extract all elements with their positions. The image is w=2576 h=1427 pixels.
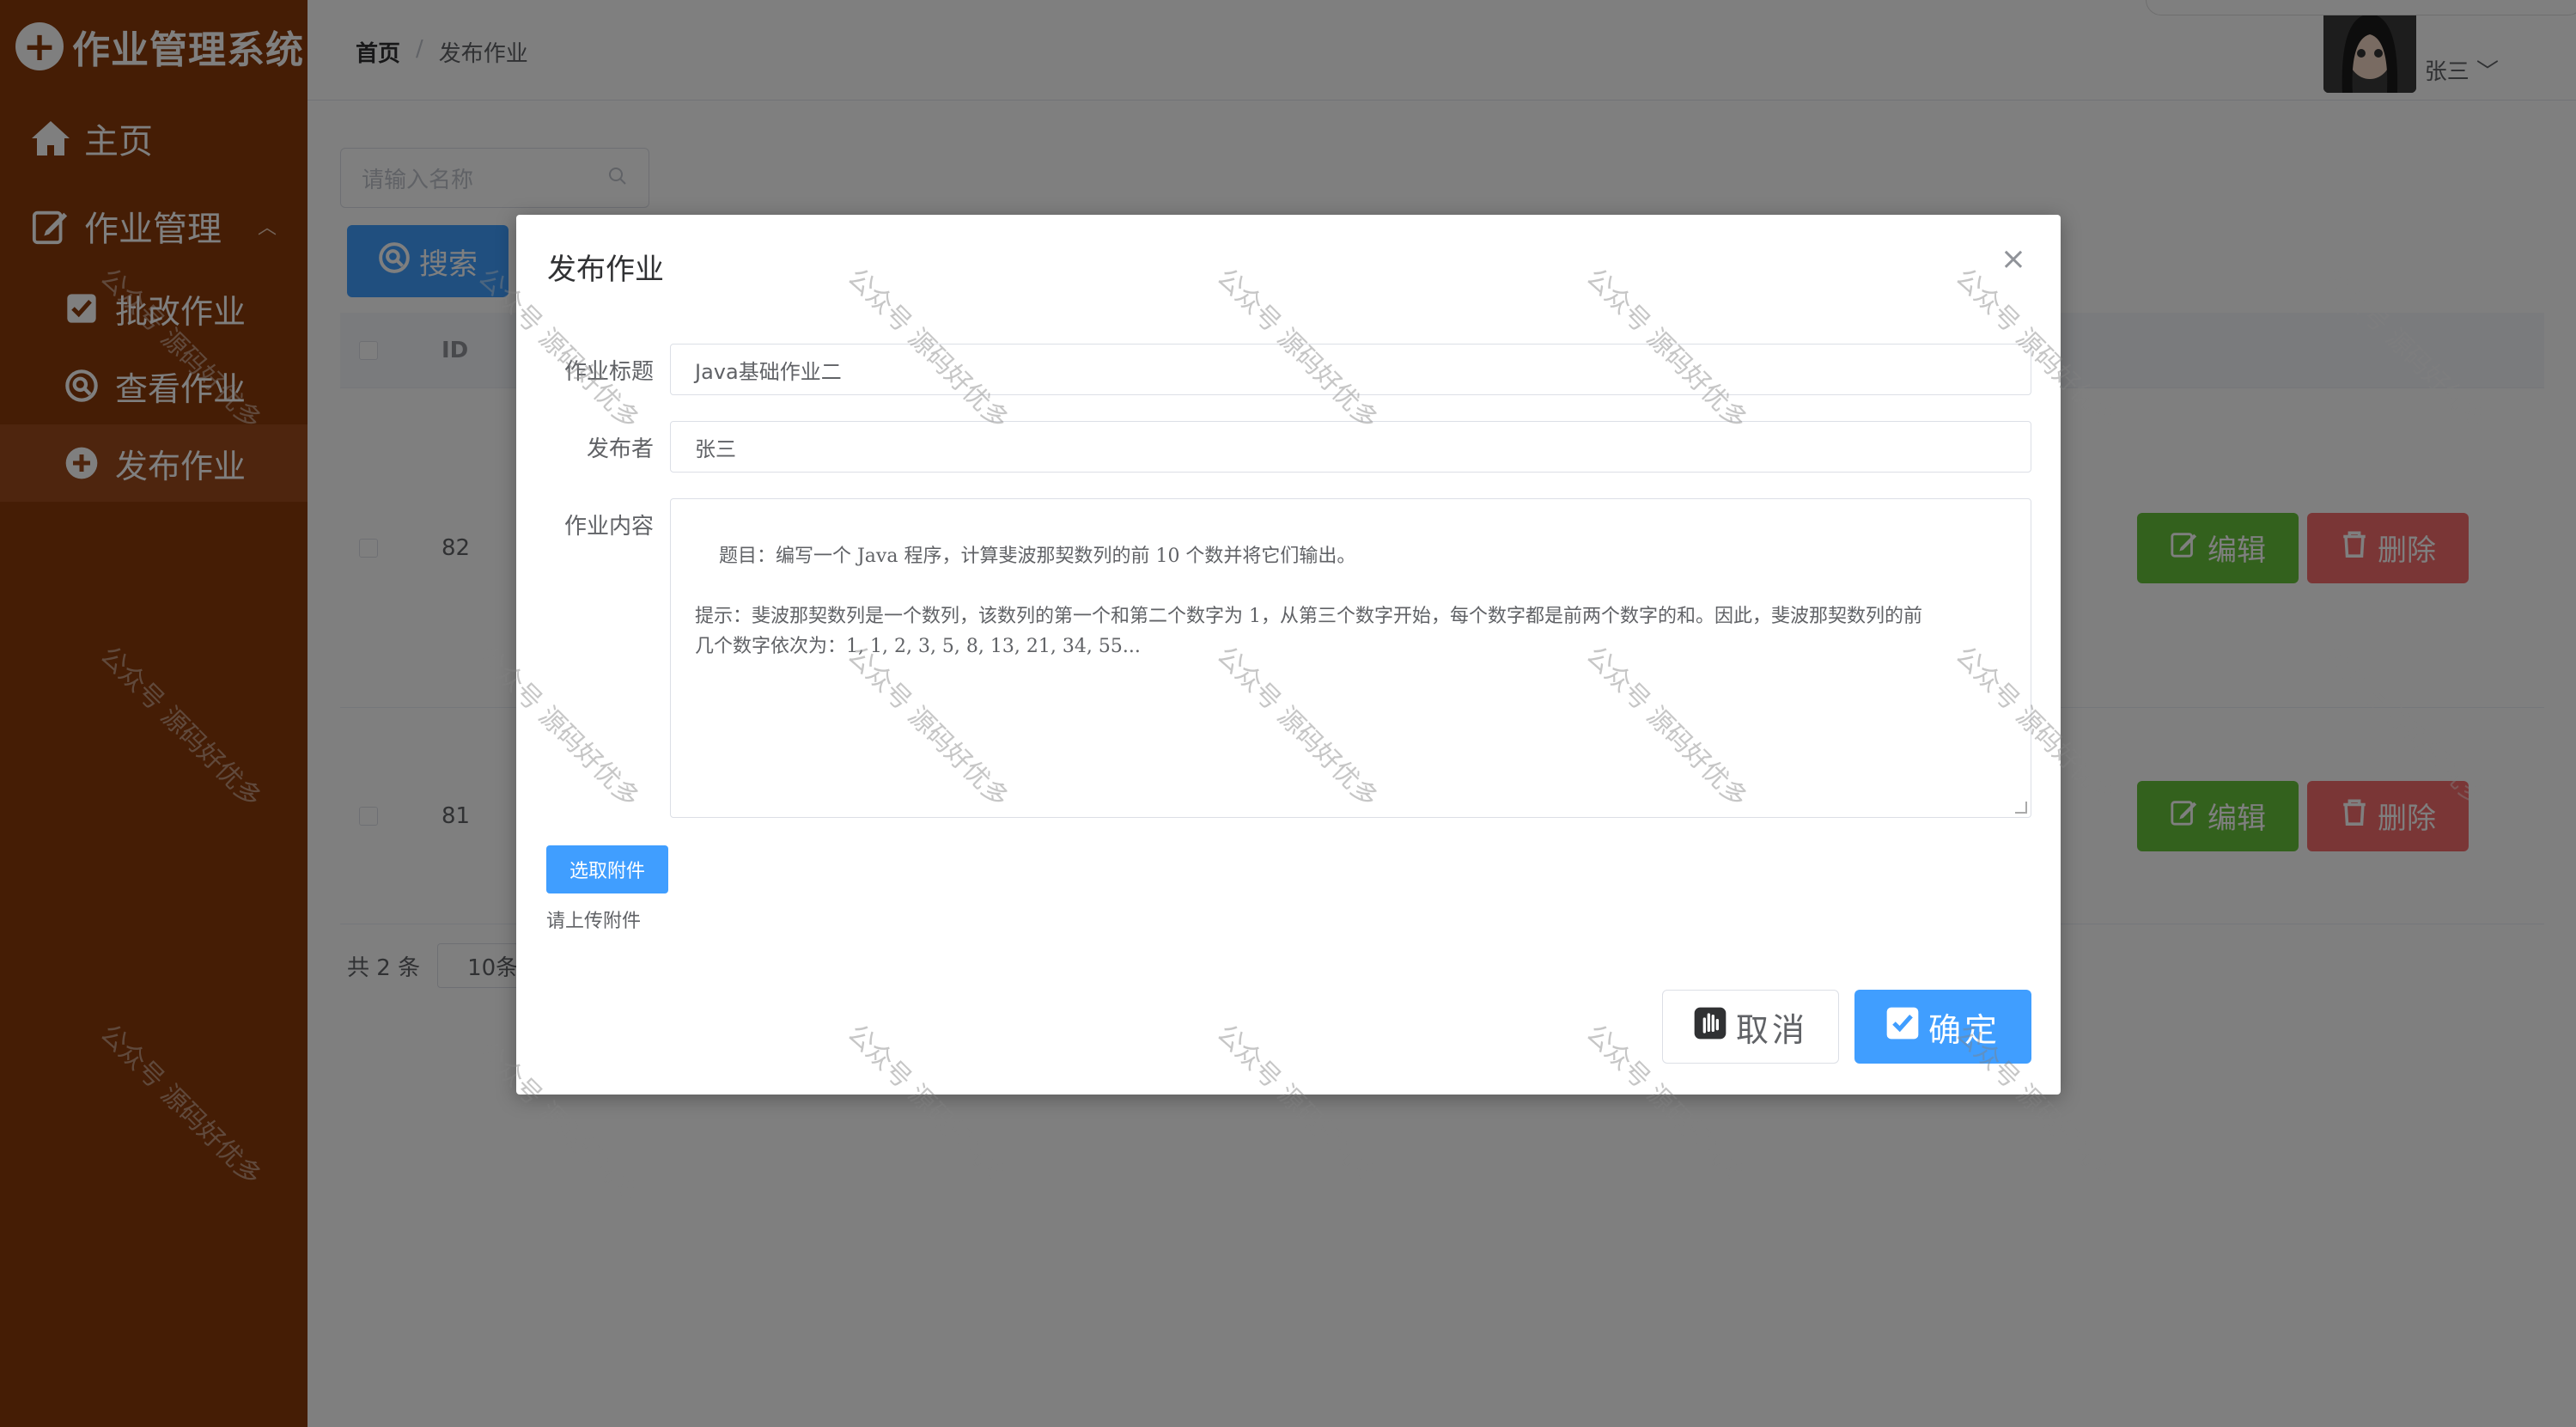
resize-handle[interactable]	[2015, 802, 2027, 814]
hand-icon	[1693, 1006, 1727, 1048]
close-icon[interactable]: ×	[2001, 244, 2026, 275]
content-label: 作业内容	[563, 514, 654, 540]
upload-tip: 请上传附件	[546, 911, 642, 932]
dialog-title: 发布作业	[547, 253, 664, 287]
confirm-button[interactable]: 确定	[1854, 990, 2031, 1064]
publisher-input[interactable]: 张三	[670, 421, 2031, 473]
publish-homework-dialog: 发布作业 × 作业标题 Java基础作业二 发布者 张三 作业内容 题目：编写一…	[516, 215, 2061, 1095]
select-attachment-button[interactable]: 选取附件	[546, 845, 668, 893]
cancel-button[interactable]: 取消	[1662, 990, 1839, 1064]
title-label: 作业标题	[563, 359, 654, 385]
content-textarea[interactable]: 题目：编写一个 Java 程序，计算斐波那契数列的前 10 个数并将它们输出。 …	[670, 498, 2031, 818]
publisher-label: 发布者	[586, 436, 654, 462]
title-input[interactable]: Java基础作业二	[670, 344, 2031, 395]
checkbox-checked-icon	[1885, 1006, 1920, 1048]
